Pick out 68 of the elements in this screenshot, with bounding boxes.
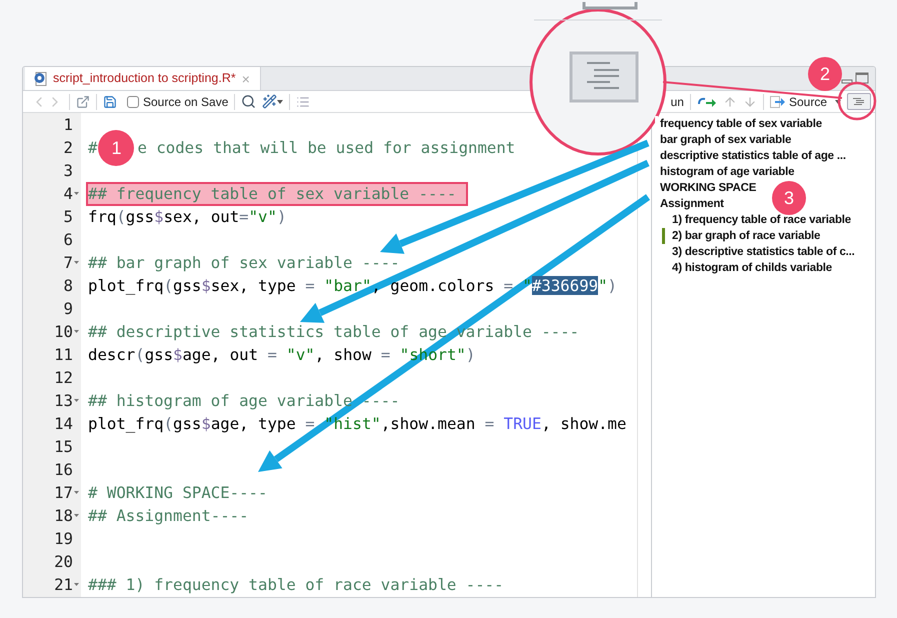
line-number: 9 (64, 298, 73, 320)
source-icon (770, 96, 786, 108)
code-text: ## histogram of age variable ---- (88, 390, 400, 412)
line-number: 11 (54, 344, 73, 366)
fold-caret-icon[interactable] (74, 491, 79, 494)
code-text: # WORKING SPACE---- (88, 482, 268, 504)
line-number: 6 (64, 228, 73, 251)
line-number: 17 (54, 482, 73, 504)
new-window-icon[interactable] (76, 94, 90, 108)
code-text: frq(gss$sex, out="v") (88, 206, 286, 228)
outline-item[interactable]: 4) histogram of childs variable (660, 260, 832, 276)
outline-toggle-button[interactable] (847, 93, 871, 110)
outline-item[interactable]: Assignment (655, 196, 724, 212)
line-number: 4 (64, 182, 73, 205)
line-number: 1 (64, 114, 73, 136)
run-label[interactable]: un (670, 92, 684, 110)
save-icon[interactable] (103, 94, 117, 108)
caret-icon (835, 100, 841, 104)
line-number: 16 (54, 458, 73, 481)
step-badge: 1 (98, 130, 134, 166)
checkbox-label: Source on Save (143, 94, 228, 110)
line-number: 15 (54, 436, 73, 458)
line-number: 13 (54, 390, 73, 412)
source-button[interactable]: Source (770, 92, 827, 110)
rerun-icon[interactable] (696, 96, 717, 108)
step-badge: 2 (808, 57, 842, 91)
code-text: ## bar graph of sex variable ---- (88, 252, 400, 274)
fold-caret-icon[interactable] (74, 261, 79, 264)
line-number: 2 (64, 136, 73, 159)
fold-caret-icon[interactable] (74, 330, 79, 333)
outline-item[interactable]: descriptive statistics table of age ... (655, 148, 846, 164)
code-text: ## frequency table of sex variable ---- (86, 182, 468, 206)
outline-item[interactable]: 2) bar graph of race variable (660, 228, 820, 244)
file-tab[interactable]: script_introduction to scripting.R* × (25, 67, 261, 90)
outline-item[interactable]: 1) frequency table of race variable (660, 212, 851, 228)
list-icon[interactable] (296, 94, 310, 108)
outline-item[interactable]: frequency table of sex variable (655, 116, 822, 132)
checkbox[interactable] (127, 96, 139, 108)
maximize-icon[interactable] (855, 72, 869, 84)
fold-caret-icon[interactable] (74, 514, 79, 517)
code-text: ### 1) frequency table of race variable ---- (88, 574, 504, 596)
line-number: 3 (64, 160, 73, 182)
fold-caret-icon[interactable] (74, 192, 79, 195)
line-number: 18 (54, 504, 73, 527)
line-number: 8 (64, 274, 73, 297)
outline-item[interactable]: bar graph of sex variable (655, 132, 792, 148)
outline-item[interactable]: WORKING SPACE (655, 180, 756, 196)
line-number: 7 (64, 252, 73, 274)
outline-item[interactable]: 3) descriptive statistics table of c... (660, 244, 855, 260)
line-number: 14 (54, 412, 73, 435)
r-file-icon (34, 72, 47, 86)
line-number: 19 (54, 528, 73, 550)
caret-icon (277, 100, 284, 104)
line-number: 20 (54, 550, 73, 573)
code-text: e codes that will be used for assignment (137, 136, 516, 159)
search-icon[interactable] (241, 94, 256, 109)
line-number: 10 (54, 320, 73, 343)
line-number: 12 (54, 366, 73, 389)
line-number: 21 (54, 574, 73, 596)
wand-icon[interactable] (262, 94, 278, 109)
code-text: # (88, 136, 98, 159)
tab-title: script_introduction to scripting.R* (53, 70, 236, 88)
code-text: plot_frq(gss$sex, type = "bar", geom.colors = "#336699") (88, 274, 617, 297)
outline-item[interactable]: histogram of age variable (655, 164, 794, 180)
fold-caret-icon[interactable] (74, 583, 79, 586)
code-text: ## Assignment---- (88, 504, 249, 527)
line-number: 5 (64, 206, 73, 228)
fold-caret-icon[interactable] (74, 399, 79, 402)
